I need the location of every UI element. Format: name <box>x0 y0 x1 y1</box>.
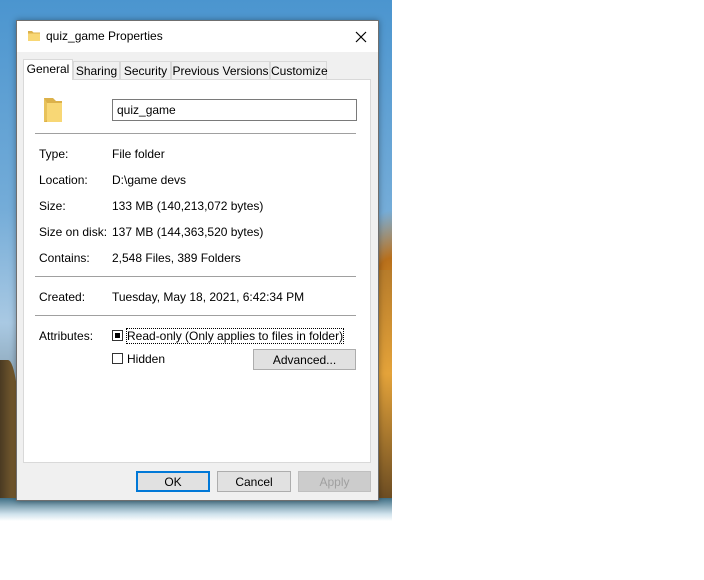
advanced-button[interactable]: Advanced... <box>253 349 356 370</box>
size-on-disk-label: Size on disk: <box>39 225 108 239</box>
properties-dialog: quiz_game Properties General Sharing Sec… <box>16 20 379 501</box>
created-label: Created: <box>39 290 86 304</box>
folder-icon <box>27 29 41 45</box>
tab-security[interactable]: Security <box>120 61 171 79</box>
size-label: Size: <box>39 199 66 213</box>
wallpaper-rock-right <box>378 270 392 500</box>
folder-icon <box>41 96 65 127</box>
hidden-checkbox[interactable] <box>112 353 123 364</box>
readonly-checkbox[interactable] <box>112 330 123 341</box>
title-bar[interactable]: quiz_game Properties <box>17 21 378 52</box>
wallpaper-sea <box>0 498 392 521</box>
contains-value: 2,548 Files, 389 Folders <box>112 251 241 265</box>
location-value: D:\game devs <box>112 173 187 187</box>
separator <box>35 133 356 134</box>
close-button[interactable] <box>344 21 378 52</box>
apply-button[interactable]: Apply <box>298 471 371 492</box>
type-label: Type: <box>39 147 69 161</box>
hidden-label[interactable]: Hidden <box>127 352 165 366</box>
cancel-button[interactable]: Cancel <box>217 471 291 492</box>
readonly-label[interactable]: Read-only (Only applies to files in fold… <box>125 328 345 344</box>
size-value: 133 MB (140,213,072 bytes) <box>112 199 264 213</box>
separator <box>35 276 356 277</box>
location-label: Location: <box>39 173 88 187</box>
created-value: Tuesday, May 18, 2021, 6:42:34 PM <box>112 290 305 304</box>
window-title: quiz_game Properties <box>46 29 163 43</box>
type-value: File folder <box>112 147 165 161</box>
separator <box>35 315 356 316</box>
general-panel: Type: File folder Location: D:\game devs… <box>23 79 371 463</box>
tab-general[interactable]: General <box>23 59 73 80</box>
close-icon <box>355 31 367 42</box>
size-on-disk-value: 137 MB (144,363,520 bytes) <box>112 225 264 239</box>
contains-label: Contains: <box>39 251 90 265</box>
folder-name-input[interactable] <box>112 99 357 121</box>
tab-previous-versions[interactable]: Previous Versions <box>171 61 270 79</box>
ok-button[interactable]: OK <box>136 471 210 492</box>
attributes-label: Attributes: <box>39 329 94 343</box>
tab-customize[interactable]: Customize <box>270 61 328 79</box>
tab-sharing[interactable]: Sharing <box>73 61 120 79</box>
